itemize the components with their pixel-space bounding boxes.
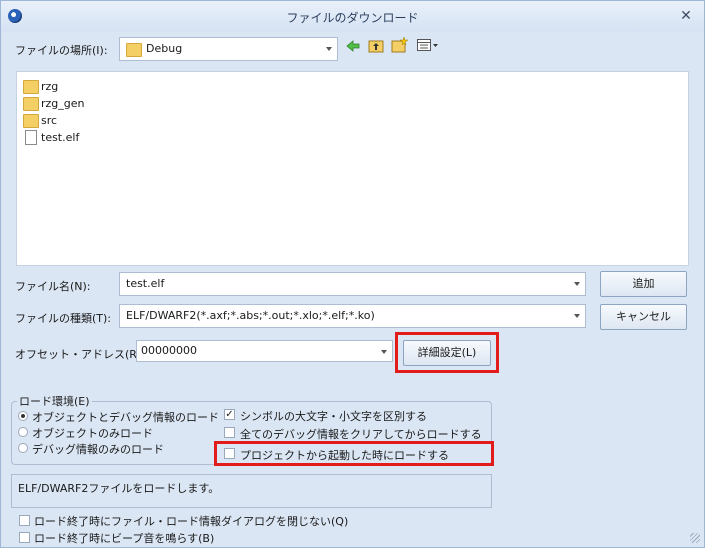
highlight-box bbox=[214, 441, 494, 466]
list-item-label: rzg_gen bbox=[41, 97, 85, 110]
title-bar: ファイルのダウンロード ✕ bbox=[1, 1, 704, 32]
folder-icon bbox=[23, 114, 39, 128]
radio-object-only[interactable] bbox=[18, 427, 28, 437]
offset-value: 00000000 bbox=[141, 344, 197, 357]
location-label: ファイルの場所(I): bbox=[15, 44, 108, 57]
filename-input[interactable]: test.elf bbox=[119, 272, 586, 296]
filetype-label: ファイルの種類(T): bbox=[15, 312, 112, 325]
add-button[interactable]: 追加 bbox=[600, 271, 687, 297]
radio-object-and-debug[interactable] bbox=[18, 411, 28, 421]
chevron-down-icon[interactable] bbox=[376, 341, 392, 361]
radio-debug-only[interactable] bbox=[18, 443, 28, 453]
radio-object-only-label: オブジェクトのみロード bbox=[32, 427, 153, 440]
case-sensitive-label: シンボルの大文字・小文字を区別する bbox=[240, 410, 427, 423]
location-value: Debug bbox=[146, 42, 183, 55]
clear-debug-checkbox[interactable] bbox=[224, 427, 235, 438]
chevron-down-icon[interactable] bbox=[569, 273, 585, 295]
filetype-select[interactable]: ELF/DWARF2(*.axf;*.abs;*.out;*.xlo;*.elf… bbox=[119, 304, 586, 328]
chevron-down-icon[interactable] bbox=[569, 305, 585, 327]
beep-on-finish-checkbox[interactable] bbox=[19, 532, 30, 543]
folder-icon bbox=[23, 97, 39, 111]
file-download-dialog: ファイルのダウンロード ✕ ファイルの場所(I): Debug rzg rzg_… bbox=[0, 0, 705, 548]
filetype-value: ELF/DWARF2(*.axf;*.abs;*.out;*.xlo;*.elf… bbox=[126, 309, 375, 322]
list-item-label: test.elf bbox=[41, 131, 80, 144]
back-arrow-icon[interactable] bbox=[346, 39, 360, 53]
folder-icon bbox=[23, 80, 39, 94]
file-icon bbox=[25, 130, 37, 145]
radio-debug-only-label: デバッグ情報のみのロード bbox=[32, 443, 164, 456]
offset-label: オフセット・アドレス(R): bbox=[15, 348, 145, 361]
highlight-box bbox=[395, 332, 499, 373]
status-panel: ELF/DWARF2ファイルをロードします。 bbox=[11, 474, 492, 508]
up-folder-icon[interactable] bbox=[368, 38, 384, 53]
offset-address-input[interactable]: 00000000 bbox=[136, 340, 393, 362]
new-folder-icon[interactable] bbox=[391, 36, 408, 53]
chevron-down-icon[interactable] bbox=[321, 38, 337, 60]
beep-on-finish-label: ロード終了時にビープ音を鳴らす(B) bbox=[34, 532, 215, 545]
case-sensitive-checkbox[interactable]: ✓ bbox=[224, 409, 235, 420]
clear-debug-label: 全てのデバッグ情報をクリアしてからロードする bbox=[240, 428, 482, 441]
radio-object-and-debug-label: オブジェクトとデバッグ情報のロード bbox=[32, 411, 219, 424]
filename-label: ファイル名(N): bbox=[15, 280, 91, 293]
list-item-label: rzg bbox=[41, 80, 59, 93]
window-title: ファイルのダウンロード bbox=[286, 11, 419, 25]
resize-grip[interactable] bbox=[690, 533, 700, 543]
close-button[interactable]: ✕ bbox=[676, 6, 696, 26]
status-text: ELF/DWARF2ファイルをロードします。 bbox=[18, 482, 220, 495]
file-list[interactable]: rzg rzg_gen src test.elf bbox=[16, 71, 689, 266]
list-item-label: src bbox=[41, 114, 58, 127]
filename-value: test.elf bbox=[126, 277, 165, 290]
folder-icon bbox=[126, 43, 142, 57]
keep-dialog-open-label: ロード終了時にファイル・ロード情報ダイアログを閉じない(Q) bbox=[34, 515, 349, 528]
location-combo[interactable]: Debug bbox=[119, 37, 338, 61]
view-menu-icon[interactable] bbox=[417, 39, 441, 52]
cancel-button[interactable]: キャンセル bbox=[600, 304, 687, 330]
keep-dialog-open-checkbox[interactable] bbox=[19, 515, 30, 526]
load-environment-title: ロード環境(E) bbox=[17, 393, 92, 409]
